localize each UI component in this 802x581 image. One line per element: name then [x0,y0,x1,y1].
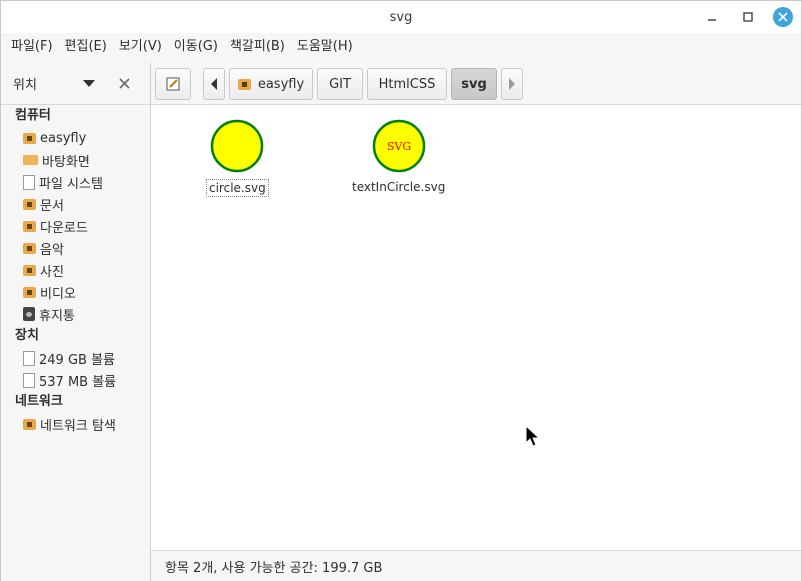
close-icon [778,12,788,22]
sidebar-section-devices: 장치 [15,328,39,343]
downloads-folder-icon [23,220,36,232]
sidebar-item-desktop[interactable]: 바탕화면 [1,149,150,171]
title-bar[interactable]: svg [1,1,801,33]
breadcrumb-label: HtmlCSS [378,76,436,92]
menu-view[interactable]: 보기(V) [113,33,168,61]
file-name: circle.svg [206,179,269,197]
minimize-icon [708,19,716,21]
menu-edit[interactable]: 편집(E) [59,33,113,61]
chevron-right-icon [509,78,515,90]
sidebar-item-trash[interactable]: 휴지통 [1,303,150,325]
breadcrumb-easyfly[interactable]: easyfly [229,68,313,100]
home-folder-icon [23,132,36,144]
menu-bookmarks[interactable]: 책갈피(B) [224,33,291,61]
menubar: 파일(F) 편집(E) 보기(V) 이동(G) 책갈피(B) 도움말(H) [1,33,801,61]
close-button[interactable] [773,7,793,27]
sidebar-item-label: 537 MB 볼륨 [39,374,117,390]
status-bar: 항목 2개, 사용 가능한 공간: 199.7 GB [151,550,801,581]
documents-folder-icon [23,198,36,210]
sidebar-item-volume-249gb[interactable]: 249 GB 볼륨 [1,347,150,369]
menu-file[interactable]: 파일(F) [5,33,59,61]
sidebar-item-label: 문서 [40,198,64,214]
toggle-location-entry-button[interactable] [155,68,191,100]
menu-go[interactable]: 이동(G) [168,33,224,61]
sidebar-item-label: 바탕화면 [42,154,90,170]
svg-file-thumbnail-icon [211,119,264,173]
maximize-button[interactable] [737,6,759,28]
sidebar-item-label: 파일 시스템 [39,176,103,192]
sidebar-header: 위치 [1,63,150,105]
trash-icon [23,307,35,321]
sidebar-item-documents[interactable]: 문서 [1,193,150,215]
file-manager-window: svg 파일(F) 편집(E) 보기(V) 이동(G) 책갈피(B) 도움말(H… [0,0,802,581]
file-name: textInCircle.svg [352,180,446,194]
sidebar-item-downloads[interactable]: 다운로드 [1,215,150,237]
sidebar-item-volume-537mb[interactable]: 537 MB 볼륨 [1,369,150,391]
breadcrumb-git[interactable]: GIT [317,68,363,100]
breadcrumb-htmlcss[interactable]: HtmlCSS [367,68,447,100]
music-folder-icon [23,242,36,254]
network-folder-icon [23,418,36,430]
status-text: 항목 2개, 사용 가능한 공간: 199.7 GB [165,560,383,576]
edit-icon [166,77,180,91]
chevron-left-icon [211,78,217,90]
breadcrumb-label: easyfly [257,76,305,92]
location-toolbar: easyfly GIT HtmlCSS svg [151,63,801,105]
sidebar-section-network: 네트워크 [15,394,63,409]
breadcrumb-scroll-left-button[interactable] [203,68,225,100]
close-icon [119,77,130,89]
window-controls [701,5,793,29]
sidebar-item-label: 네트워크 탐색 [40,418,116,434]
thumbnail-text: SVG [387,140,411,153]
drive-icon [23,350,35,366]
sidebar-item-label: 사진 [40,264,64,280]
sidebar-item-home[interactable]: easyfly [1,127,150,149]
file-item-textincircle[interactable]: SVG textInCircle.svg [350,119,447,195]
sidebar-item-label: 다운로드 [40,220,88,236]
drive-icon [23,174,35,190]
menu-help[interactable]: 도움말(H) [291,33,359,61]
places-selector-label[interactable]: 위치 [13,74,73,93]
pictures-folder-icon [23,264,36,276]
maximize-icon [743,12,753,22]
sidebar-item-label: 휴지통 [39,308,75,324]
sidebar-item-network-browse[interactable]: 네트워크 탐색 [1,413,150,435]
sidebar-item-label: 비디오 [40,286,76,302]
places-sidebar: 컴퓨터 easyfly 바탕화면 파일 시스템 문서 다운로드 음악 사진 비디… [1,105,150,581]
sidebar-item-filesystem[interactable]: 파일 시스템 [1,171,150,193]
window-title: svg [389,9,413,25]
breadcrumb-svg[interactable]: svg [451,68,497,100]
chevron-down-icon[interactable] [83,80,95,87]
sidebar-close-button[interactable] [119,75,130,93]
file-item-circle[interactable]: circle.svg [206,119,269,197]
sidebar-item-pictures[interactable]: 사진 [1,259,150,281]
drive-icon [23,372,35,388]
sidebar-item-music[interactable]: 음악 [1,237,150,259]
breadcrumb-label: GIT [329,76,351,92]
sidebar-section-computer: 컴퓨터 [15,108,51,123]
videos-folder-icon [23,286,36,298]
minimize-button[interactable] [701,6,723,28]
svg-file-thumbnail-icon: SVG [372,119,425,173]
sidebar-item-label: easyfly [40,130,87,146]
sidebar-item-label: 음악 [40,242,64,258]
sidebar-item-videos[interactable]: 비디오 [1,281,150,303]
breadcrumb-label: svg [461,76,487,92]
home-folder-icon [237,78,251,90]
file-view[interactable]: circle.svg SVG textInCircle.svg [151,105,801,550]
desktop-icon [23,155,38,165]
mouse-cursor-icon [525,425,541,447]
breadcrumb-scroll-right-button[interactable] [501,68,523,100]
sidebar-item-label: 249 GB 볼륨 [39,352,115,368]
